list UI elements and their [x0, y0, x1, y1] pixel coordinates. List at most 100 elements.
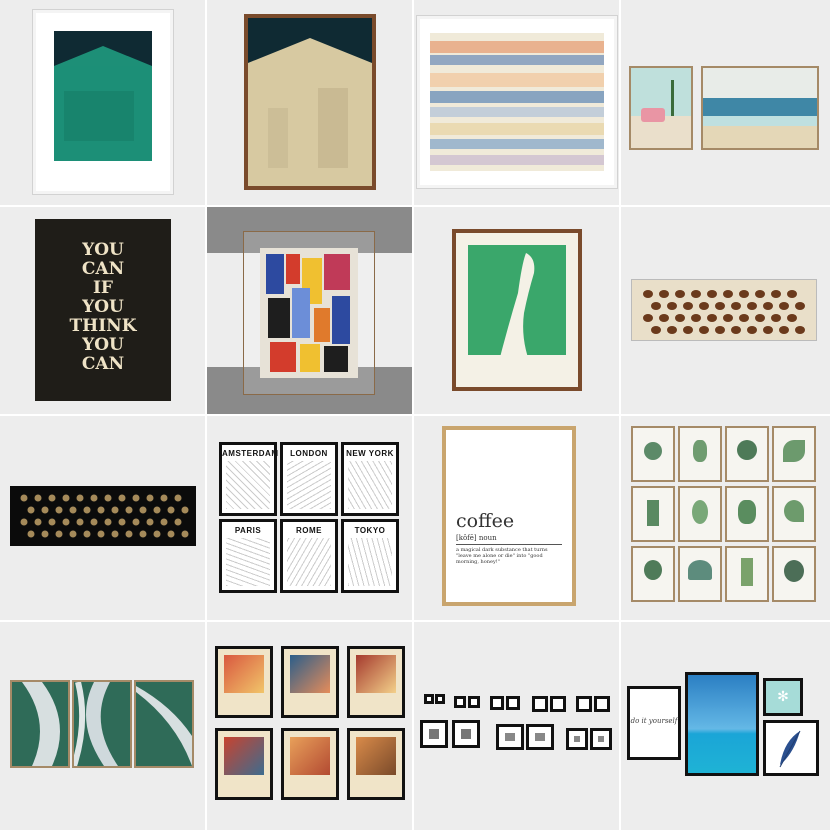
map-lines [348, 538, 392, 586]
map-frame: LONDON [280, 442, 338, 516]
star-icon: ✻ [777, 689, 789, 705]
map-lines [226, 461, 270, 509]
mint-print-frame: ✻ [763, 678, 803, 716]
cubist-artwork [260, 248, 358, 378]
product-tile-sand-abstract[interactable] [207, 0, 412, 205]
map-title: LONDON [290, 449, 328, 458]
aerial-frame [72, 680, 132, 768]
product-tile-beach-set[interactable] [621, 0, 830, 205]
product-tile-aerial-triptych[interactable] [0, 622, 205, 830]
botanical-frame [725, 546, 769, 602]
product-tile-seaside-set[interactable]: do it yourself ✻ [621, 622, 830, 830]
map-lines [287, 461, 331, 509]
watercolor-stripes-artwork [430, 33, 604, 171]
plant-icon [783, 440, 805, 462]
coffee-beans-pattern [643, 290, 805, 334]
map-lines [348, 461, 392, 509]
aerial-frame [10, 680, 70, 768]
feather-icon [779, 730, 801, 768]
product-tile-coffee-beans-panorama[interactable] [621, 207, 830, 414]
script-text: do it yourself [630, 717, 678, 725]
vintage-illustration [356, 655, 396, 693]
mini-frame [590, 728, 612, 750]
brown-frame [244, 14, 376, 190]
plant-icon [644, 442, 662, 460]
vintage-frame [215, 646, 273, 718]
mini-frame [424, 694, 434, 704]
mini-frame [435, 694, 445, 704]
sea-photo-frame [685, 672, 759, 776]
product-tile-vintage-ads[interactable] [207, 622, 412, 830]
botanical-frame [631, 426, 675, 482]
plant-icon [784, 500, 804, 522]
quote-line: CAN [81, 354, 125, 374]
product-tile-botanical-set[interactable] [621, 416, 830, 620]
botanical-frame [678, 486, 722, 542]
vintage-illustration [224, 737, 264, 775]
product-tile-city-maps[interactable]: AMSTERDAM LONDON NEW YORK PARIS ROME TOK… [207, 416, 412, 620]
botanical-frame [725, 426, 769, 482]
botanical-frame [631, 546, 675, 602]
product-tile-teal-abstract[interactable] [0, 0, 205, 205]
map-frame: AMSTERDAM [219, 442, 278, 516]
thin-frame [243, 231, 375, 395]
botanical-frame [678, 426, 722, 482]
quote-line: IF [92, 278, 114, 298]
feather-print-frame [763, 720, 819, 776]
vintage-illustration [290, 737, 330, 775]
product-tile-cubist-print[interactable] [207, 207, 412, 414]
mini-frame [506, 696, 520, 710]
product-tile-green-figure[interactable] [414, 207, 619, 414]
quote-line: YOU [82, 335, 124, 355]
mini-frame [566, 728, 588, 750]
aerial-river-artwork [22, 682, 60, 766]
plant-icon [738, 500, 756, 524]
quote-line: YOU [82, 297, 124, 317]
mini-photo [429, 729, 439, 739]
brown-frame [452, 229, 582, 391]
map-frame: NEW YORK [341, 442, 399, 516]
map-lines [226, 538, 270, 586]
mini-frame [550, 696, 566, 712]
vintage-frame [347, 646, 405, 718]
coffee-pronunciation: [kôfē] noun [456, 534, 497, 542]
product-tile-mini-frames[interactable] [414, 622, 619, 830]
coffee-word: coffee [456, 510, 515, 532]
plant-icon [693, 440, 707, 462]
mini-photo [574, 736, 580, 742]
coffee-definition: a magical dark substance that turns "lea… [456, 547, 548, 565]
mini-photo [505, 733, 515, 741]
botanical-frame [772, 486, 816, 542]
mini-frame [532, 696, 548, 712]
mini-frame [576, 696, 592, 712]
product-tile-you-can-poster[interactable]: YOU CAN IF YOU THINK YOU CAN [0, 207, 205, 414]
map-title: NEW YORK [346, 449, 394, 458]
quote-line: THINK [69, 316, 137, 336]
quote-line: CAN [81, 259, 125, 279]
divider [456, 544, 562, 545]
map-frame: ROME [280, 519, 338, 593]
botanical-grid [631, 426, 817, 606]
dark-beans-pattern [20, 494, 189, 538]
plant-icon [784, 560, 804, 582]
map-title: PARIS [234, 526, 262, 535]
plant-icon [647, 500, 659, 526]
mini-frame [420, 720, 448, 748]
aerial-frame [134, 680, 194, 768]
product-tile-coffee-definition[interactable]: coffee [kôfē] noun a magical dark substa… [414, 416, 619, 620]
botanical-frame [678, 546, 722, 602]
product-tile-dark-beans-panorama[interactable] [0, 416, 205, 620]
mini-photo [535, 733, 545, 741]
mini-frame [452, 720, 480, 748]
mini-frame [454, 696, 466, 708]
mini-frame [526, 724, 554, 750]
map-title: ROME [296, 526, 322, 535]
vintage-illustration [356, 737, 396, 775]
teal-abstract-artwork [54, 31, 152, 161]
pink-van-photo [631, 68, 691, 148]
vintage-frame [281, 728, 339, 800]
product-tile-watercolor-stripes[interactable] [414, 0, 619, 205]
mini-frame [496, 724, 524, 750]
plant-icon [692, 500, 708, 524]
art-gallery-grid: YOU CAN IF YOU THINK YOU CAN AMSTERDAM L… [0, 0, 830, 830]
